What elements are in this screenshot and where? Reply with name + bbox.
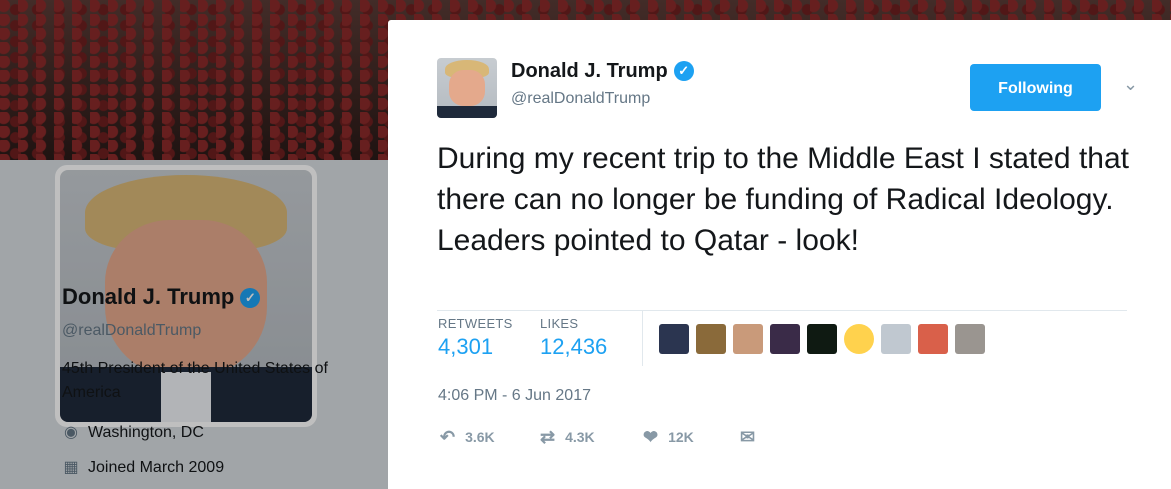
avatar[interactable]: [807, 324, 837, 354]
retweet-count: 4.3K: [565, 429, 595, 445]
retweets-label: RETWEETS: [438, 316, 513, 331]
tweet-author-name-text: Donald J. Trump: [511, 60, 668, 82]
avatar[interactable]: [881, 324, 911, 354]
retweet-icon: ⇄: [540, 427, 556, 447]
avatar[interactable]: [733, 324, 763, 354]
tweet-modal: Donald J. Trump ✓ @realDonaldTrump Follow…: [388, 20, 1171, 489]
tweet-author-avatar[interactable]: [437, 58, 497, 118]
avatar[interactable]: [696, 324, 726, 354]
avatar[interactable]: [659, 324, 689, 354]
reply-button[interactable]: ↶ 3.6K: [440, 427, 495, 448]
likes-stat[interactable]: LIKES 12,436: [540, 316, 607, 360]
like-button[interactable]: ❤ 12K: [643, 427, 694, 448]
divider: [642, 310, 643, 366]
tweet-text: During my recent trip to the Middle East…: [437, 142, 1129, 257]
reply-icon: ↶: [440, 427, 456, 447]
direct-message-icon: ✉: [740, 427, 756, 447]
chevron-down-icon[interactable]: ⌄: [1123, 74, 1138, 95]
divider: [437, 310, 1127, 311]
likes-label: LIKES: [540, 316, 579, 331]
retweet-button[interactable]: ⇄ 4.3K: [540, 427, 595, 448]
reply-count: 3.6K: [465, 429, 495, 445]
direct-message-button[interactable]: ✉: [740, 427, 765, 448]
following-button[interactable]: Following: [970, 64, 1101, 111]
tweet-author-name[interactable]: Donald J. Trump ✓: [511, 60, 694, 83]
likes-value: 12,436: [540, 334, 608, 359]
heart-icon: ❤: [643, 427, 659, 447]
verified-badge-icon: ✓: [673, 61, 694, 81]
retweets-stat[interactable]: RETWEETS 4,301: [438, 316, 513, 360]
avatar[interactable]: [844, 324, 874, 354]
avatar[interactable]: [955, 324, 985, 354]
retweets-value: 4,301: [438, 334, 494, 359]
tweet-timestamp[interactable]: 4:06 PM - 6 Jun 2017: [438, 387, 591, 405]
like-count: 12K: [668, 429, 694, 445]
tweet-author-handle[interactable]: @realDonaldTrump: [511, 90, 650, 108]
avatar[interactable]: [770, 324, 800, 354]
avatar[interactable]: [918, 324, 948, 354]
